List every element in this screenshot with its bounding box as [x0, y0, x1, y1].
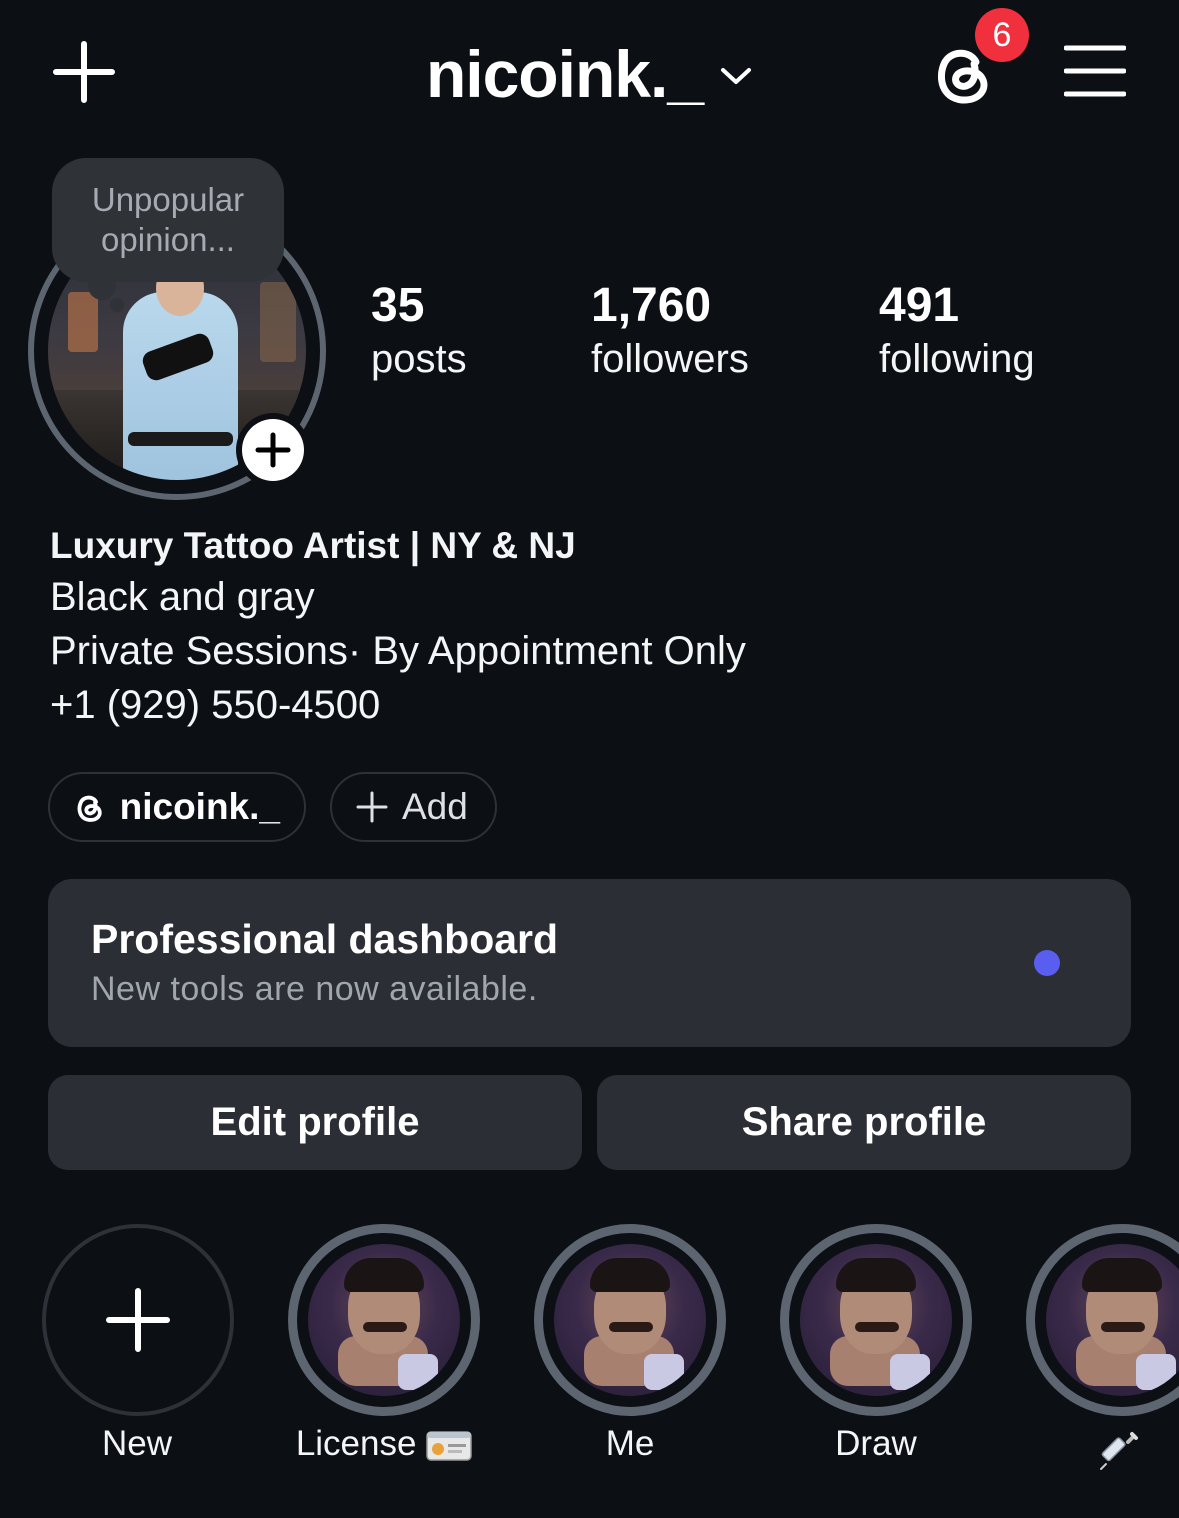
bio-line: Private Sessions· By Appointment Only — [50, 629, 746, 673]
highlight-draw[interactable] — [780, 1224, 972, 1416]
add-story-button[interactable] — [236, 413, 310, 487]
highlight-label: Draw — [835, 1424, 917, 1463]
plus-icon — [356, 791, 388, 823]
professional-dashboard-card[interactable] — [48, 879, 1131, 1047]
note-bubble-tail — [110, 298, 124, 312]
stat-following[interactable]: 491 following — [879, 278, 1035, 384]
new-highlight-button[interactable] — [42, 1224, 234, 1416]
stat-value: 1,760 — [591, 279, 712, 332]
bio-phone[interactable]: +1 (929) 550-4500 — [50, 678, 1150, 732]
syringe-emoji-icon — [1100, 1432, 1138, 1470]
bio: Luxury Tattoo Artist | NY & NJ Black and… — [50, 522, 1150, 732]
highlight-syringe[interactable] — [1026, 1224, 1179, 1416]
add-label: Add — [402, 786, 468, 827]
notification-badge: 6 — [975, 8, 1029, 62]
share-profile-button[interactable]: Share profile — [597, 1075, 1131, 1170]
chevron-down-icon[interactable] — [719, 65, 753, 87]
add-link-pill[interactable]: Add — [330, 772, 497, 842]
highlight-label: Me — [605, 1424, 655, 1463]
edit-profile-button[interactable]: Edit profile — [48, 1075, 582, 1170]
stat-followers[interactable]: 1,760 followers — [591, 278, 749, 384]
new-indicator-dot — [1034, 950, 1060, 976]
dashboard-title: Professional dashboard — [91, 916, 559, 962]
profile-note[interactable]: Unpopular opinion... — [52, 158, 284, 282]
plus-icon — [106, 1288, 170, 1352]
stat-label: followers — [591, 337, 749, 381]
highlight-me[interactable] — [534, 1224, 726, 1416]
stat-value: 35 — [371, 279, 425, 332]
highlight-license[interactable] — [288, 1224, 480, 1416]
dashboard-subtitle: New tools are now available. — [91, 970, 538, 1008]
plus-icon — [255, 432, 291, 468]
stat-label: following — [879, 337, 1035, 381]
bio-title: Luxury Tattoo Artist | NY & NJ — [50, 525, 576, 566]
stat-posts[interactable]: 35 posts — [371, 278, 467, 384]
stat-value: 491 — [879, 279, 960, 332]
stat-label: posts — [371, 337, 467, 381]
id-card-emoji-icon — [426, 1431, 472, 1461]
note-text: Unpopular opinion... — [91, 181, 245, 258]
bio-line: Black and gray — [50, 575, 315, 619]
threads-link-pill[interactable]: nicoink._ — [48, 772, 306, 842]
hamburger-menu-icon[interactable] — [1064, 44, 1126, 98]
threads-icon — [77, 795, 102, 822]
highlight-label: New — [101, 1424, 173, 1463]
highlight-label: License — [264, 1424, 504, 1464]
threads-handle: nicoink._ — [119, 786, 280, 827]
username[interactable]: nicoink._ — [426, 36, 704, 112]
